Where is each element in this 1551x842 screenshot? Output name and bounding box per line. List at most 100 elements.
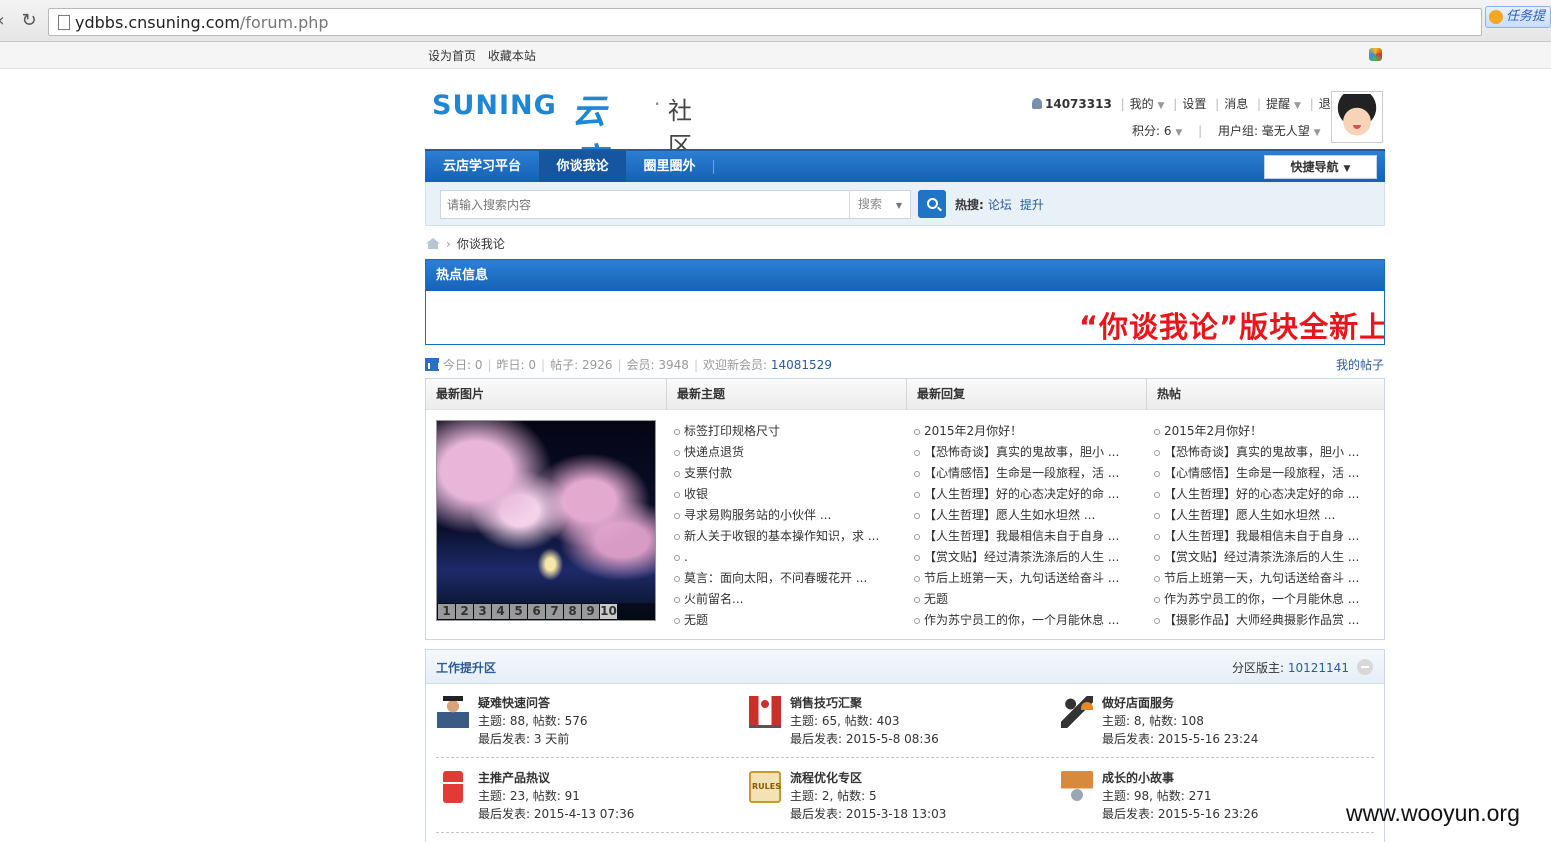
list-item[interactable]: 2015年2月你好！ bbox=[1154, 421, 1359, 442]
back-icon[interactable]: ‹ bbox=[0, 8, 14, 34]
board-last-post[interactable]: 最后发表: 2015-5-16 23:26 bbox=[1102, 805, 1258, 822]
hot-info-title: 热点信息 bbox=[426, 260, 1384, 291]
list-item[interactable]: 作为苏宁员工的你，一个月能休息 ... bbox=[914, 610, 1119, 631]
hot-term-forum[interactable]: 论坛 bbox=[988, 198, 1012, 212]
list-item[interactable]: 寻求易购服务站的小伙伴 ... bbox=[674, 505, 879, 526]
my-posts-link[interactable]: 我的帖子 bbox=[1336, 356, 1384, 373]
board-name[interactable]: 成长的小故事 bbox=[1102, 769, 1174, 786]
reload-icon[interactable]: ↻ bbox=[16, 8, 42, 34]
forum-section-header: 工作提升区 分区版主: 10121141 bbox=[426, 650, 1384, 684]
board-last-post[interactable]: 最后发表: 2015-5-16 23:24 bbox=[1102, 730, 1258, 747]
home-icon[interactable] bbox=[426, 238, 440, 249]
slideshow-page-10[interactable]: 10 bbox=[600, 604, 617, 619]
search-type-select[interactable]: 搜索 ▼ bbox=[849, 190, 911, 219]
list-item[interactable]: 2015年2月你好！ bbox=[914, 421, 1119, 442]
slideshow-page-5[interactable]: 5 bbox=[510, 604, 527, 619]
set-home-link[interactable]: 设为首页 bbox=[428, 49, 476, 63]
breadcrumb-current[interactable]: 你谈我论 bbox=[457, 237, 505, 251]
board-last-post[interactable]: 最后发表: 2015-3-18 13:03 bbox=[790, 805, 946, 822]
hot-posts-list: 2015年2月你好！ 【恐怖奇谈】真实的鬼故事，胆小 ... 【心情感悟】生命是一段… bbox=[1154, 421, 1359, 631]
board-last-post[interactable]: 最后发表: 3 天前 bbox=[478, 730, 569, 747]
slideshow-page-8[interactable]: 8 bbox=[564, 604, 581, 619]
hot-info-panel: 热点信息 “你谈我论”版块全新上 bbox=[425, 259, 1385, 345]
board-name[interactable]: 流程优化专区 bbox=[790, 769, 862, 786]
hot-term-improve[interactable]: 提升 bbox=[1020, 198, 1044, 212]
list-item[interactable]: 快递点退货 bbox=[674, 442, 879, 463]
slideshow-page-1[interactable]: 1 bbox=[438, 604, 455, 619]
list-item[interactable]: 收银 bbox=[674, 484, 879, 505]
nav-discussion[interactable]: 你谈我论 bbox=[539, 151, 626, 182]
list-item[interactable]: 【人生哲理】愿人生如水坦然 ... bbox=[914, 505, 1119, 526]
board-item[interactable]: 疑难快速问答 主题: 88, 帖数: 576 最后发表: 3 天前 bbox=[437, 694, 737, 754]
board-item[interactable]: 成长的小故事 主题: 98, 帖数: 271 最后发表: 2015-5-16 2… bbox=[1061, 769, 1361, 829]
latest-replies-list: 2015年2月你好！ 【恐怖奇谈】真实的鬼故事，胆小 ... 【心情感悟】生命是一段… bbox=[914, 421, 1119, 631]
style-switch-icon[interactable] bbox=[1369, 48, 1382, 61]
usergroup-link[interactable]: 用户组: 毫无人望 bbox=[1218, 124, 1310, 138]
board-last-post[interactable]: 最后发表: 2015-4-13 07:36 bbox=[478, 805, 634, 822]
list-item[interactable]: 【人生哲理】我最相信未自于自身 ... bbox=[1154, 526, 1359, 547]
forum-stats: 今日: 0 | 昨日: 0 | 帖子: 2926 | 会员: 3948 | 欢迎新会员: 140… bbox=[425, 356, 832, 373]
task-badge[interactable]: 任务提 bbox=[1485, 6, 1551, 28]
list-item[interactable]: . bbox=[674, 547, 879, 568]
list-item[interactable]: 无题 bbox=[674, 610, 879, 631]
bookmark-link[interactable]: 收藏本站 bbox=[488, 49, 536, 63]
menu-reminders[interactable]: 提醒 bbox=[1266, 97, 1290, 111]
board-item[interactable]: 做好店面服务 主题: 8, 帖数: 108 最后发表: 2015-5-16 23… bbox=[1061, 694, 1361, 754]
moderator-link[interactable]: 10121141 bbox=[1288, 661, 1349, 675]
slideshow-page-3[interactable]: 3 bbox=[474, 604, 491, 619]
slideshow-page-4[interactable]: 4 bbox=[492, 604, 509, 619]
search-input[interactable] bbox=[440, 190, 850, 219]
list-item[interactable]: 节后上班第一天，九句话送给奋斗 ... bbox=[1154, 568, 1359, 589]
list-item[interactable]: 支票付款 bbox=[674, 463, 879, 484]
avatar[interactable] bbox=[1331, 91, 1383, 143]
list-item[interactable]: 【恐怖奇谈】真实的鬼故事，胆小 ... bbox=[914, 442, 1119, 463]
list-item[interactable]: 【赏文贴】经过清茶洗涤后的人生 ... bbox=[914, 547, 1119, 568]
search-button[interactable] bbox=[918, 190, 946, 218]
forum-section-title[interactable]: 工作提升区 bbox=[436, 659, 496, 676]
list-item[interactable]: 【恐怖奇谈】真实的鬼故事，胆小 ... bbox=[1154, 442, 1359, 463]
slideshow-page-7[interactable]: 7 bbox=[546, 604, 563, 619]
collapse-icon[interactable] bbox=[1357, 659, 1373, 675]
board-name[interactable]: 销售技巧汇聚 bbox=[790, 694, 862, 711]
list-item[interactable]: 【赏文贴】经过清茶洗涤后的人生 ... bbox=[1154, 547, 1359, 568]
list-item[interactable]: 【人生哲理】我最相信未自于自身 ... bbox=[914, 526, 1119, 547]
username-link[interactable]: 14073313 bbox=[1045, 97, 1112, 111]
announcement-text[interactable]: “你谈我论”版块全新上 bbox=[1079, 304, 1384, 344]
list-item[interactable]: 无题 bbox=[914, 589, 1119, 610]
list-item[interactable]: 标签打印规格尺寸 bbox=[674, 421, 879, 442]
logo-suning: SUNING bbox=[432, 90, 557, 121]
list-item[interactable]: 火前留名... bbox=[674, 589, 879, 610]
slideshow-page-6[interactable]: 6 bbox=[528, 604, 545, 619]
list-item[interactable]: 节后上班第一天，九句话送给奋斗 ... bbox=[914, 568, 1119, 589]
list-item[interactable]: 新人关于收银的基本操作知识，求 ... bbox=[674, 526, 879, 547]
list-item[interactable]: 【心情感悟】生命是一段旅程，活 ... bbox=[1154, 463, 1359, 484]
list-item[interactable]: 【人生哲理】好的心态决定好的命 ... bbox=[914, 484, 1119, 505]
slideshow-page-9[interactable]: 9 bbox=[582, 604, 599, 619]
nav-circle[interactable]: 圈里圈外 bbox=[626, 151, 713, 182]
chevron-down-icon: ▼ bbox=[895, 201, 902, 210]
quick-nav-button[interactable]: 快捷导航 ▼ bbox=[1264, 155, 1377, 179]
points-link[interactable]: 积分: 6 bbox=[1132, 124, 1172, 138]
list-item[interactable]: 【人生哲理】愿人生如水坦然 ... bbox=[1154, 505, 1359, 526]
menu-my[interactable]: 我的 bbox=[1130, 97, 1154, 111]
list-item[interactable]: 莫言：面向太阳，不问春暖花开 ... bbox=[674, 568, 879, 589]
board-name[interactable]: 主推产品热议 bbox=[478, 769, 550, 786]
menu-messages[interactable]: 消息 bbox=[1224, 97, 1248, 111]
address-bar[interactable]: ydbbs.cnsuning.com/forum.php bbox=[48, 8, 1482, 36]
list-item[interactable]: 作为苏宁员工的你，一个月能休息 ... bbox=[1154, 589, 1359, 610]
board-name[interactable]: 疑难快速问答 bbox=[478, 694, 550, 711]
list-item[interactable]: 【人生哲理】好的心态决定好的命 ... bbox=[1154, 484, 1359, 505]
board-item[interactable]: 销售技巧汇聚 主题: 65, 帖数: 403 最后发表: 2015-5-8 08… bbox=[749, 694, 1049, 754]
board-item[interactable]: 流程优化专区 主题: 2, 帖数: 5 最后发表: 2015-3-18 13:0… bbox=[749, 769, 1049, 829]
slideshow-page-2[interactable]: 2 bbox=[456, 604, 473, 619]
list-item[interactable]: 【心情感悟】生命是一段旅程，活 ... bbox=[914, 463, 1119, 484]
stat-yesterday: 昨日: 0 bbox=[496, 358, 537, 372]
menu-settings[interactable]: 设置 bbox=[1182, 97, 1206, 111]
slideshow-image[interactable]: 1 2 3 4 5 6 7 8 9 10 bbox=[436, 420, 656, 621]
board-last-post[interactable]: 最后发表: 2015-5-8 08:36 bbox=[790, 730, 939, 747]
new-member-link[interactable]: 14081529 bbox=[771, 358, 832, 372]
list-item[interactable]: 【摄影作品】大师经典摄影作品赏 ... bbox=[1154, 610, 1359, 631]
board-name[interactable]: 做好店面服务 bbox=[1102, 694, 1174, 711]
board-item[interactable]: 主推产品热议 主题: 23, 帖数: 91 最后发表: 2015-4-13 07… bbox=[437, 769, 737, 829]
nav-learning-platform[interactable]: 云店学习平台 bbox=[425, 151, 539, 182]
